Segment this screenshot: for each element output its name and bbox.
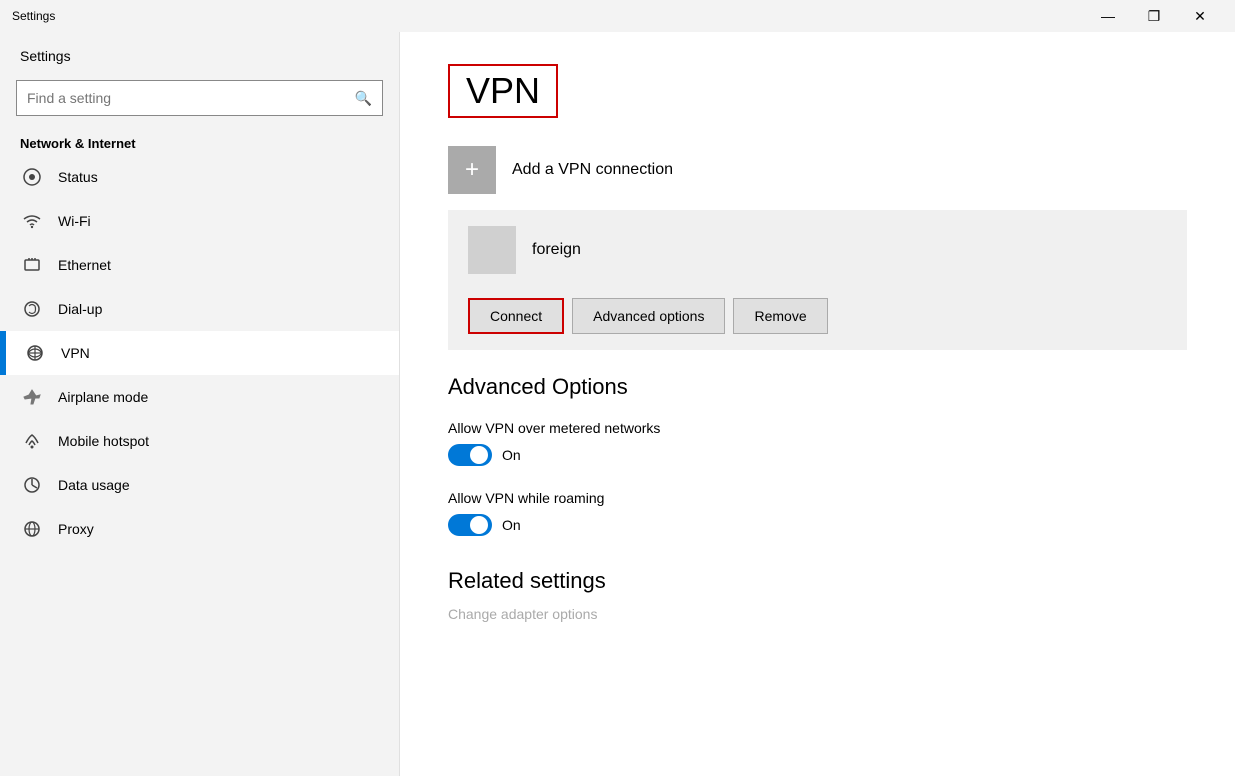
option-roaming-label: Allow VPN while roaming <box>448 490 1187 506</box>
sidebar-section-header: Network & Internet <box>0 128 399 155</box>
vpn-connection-icon <box>468 226 516 274</box>
sidebar-title: Settings <box>0 32 399 72</box>
dialup-icon <box>20 297 44 321</box>
add-vpn-row[interactable]: + Add a VPN connection <box>448 146 1187 194</box>
sidebar-item-airplane[interactable]: Airplane mode <box>0 375 399 419</box>
sidebar-item-datausage[interactable]: Data usage <box>0 463 399 507</box>
toggle-roaming-state: On <box>502 517 521 533</box>
maximize-button[interactable]: ❐ <box>1131 0 1177 32</box>
toggle-metered-state: On <box>502 447 521 463</box>
status-icon <box>20 165 44 189</box>
sidebar-item-label-hotspot: Mobile hotspot <box>58 433 149 449</box>
sidebar: Settings 🔍 Network & Internet Status <box>0 32 400 776</box>
hotspot-icon <box>20 429 44 453</box>
sidebar-item-label-datausage: Data usage <box>58 477 130 493</box>
wifi-icon <box>20 209 44 233</box>
advanced-options-button[interactable]: Advanced options <box>572 298 725 334</box>
sidebar-item-label-ethernet: Ethernet <box>58 257 111 273</box>
option-roaming: Allow VPN while roaming On <box>448 490 1187 536</box>
advanced-options-section: Advanced Options Allow VPN over metered … <box>448 374 1187 536</box>
main-content: Settings 🔍 Network & Internet Status <box>0 32 1235 776</box>
window-controls: — ❐ ✕ <box>1085 0 1223 32</box>
search-icon: 🔍 <box>355 90 372 107</box>
toggle-roaming[interactable] <box>448 514 492 536</box>
sidebar-item-label-proxy: Proxy <box>58 521 94 537</box>
connect-button[interactable]: Connect <box>468 298 564 334</box>
option-metered-label: Allow VPN over metered networks <box>448 420 1187 436</box>
minimize-button[interactable]: — <box>1085 0 1131 32</box>
related-settings-link[interactable]: Change adapter options <box>448 606 1187 622</box>
sidebar-item-label-status: Status <box>58 169 98 185</box>
toggle-metered-knob <box>470 446 488 464</box>
sidebar-item-proxy[interactable]: Proxy <box>0 507 399 551</box>
vpn-icon <box>23 341 47 365</box>
page-content: VPN + Add a VPN connection foreign Conne… <box>400 32 1235 776</box>
advanced-options-title: Advanced Options <box>448 374 1187 400</box>
toggle-roaming-knob <box>470 516 488 534</box>
related-settings-title: Related settings <box>448 568 1187 594</box>
search-input[interactable] <box>27 90 355 106</box>
add-vpn-label: Add a VPN connection <box>512 161 673 179</box>
vpn-connection-name: foreign <box>532 241 581 259</box>
toggle-metered-networks[interactable] <box>448 444 492 466</box>
option-metered-networks: Allow VPN over metered networks On <box>448 420 1187 466</box>
title-bar: Settings — ❐ ✕ <box>0 0 1235 32</box>
page-title: VPN <box>448 64 558 118</box>
sidebar-item-status[interactable]: Status <box>0 155 399 199</box>
proxy-icon <box>20 517 44 541</box>
datausage-icon <box>20 473 44 497</box>
vpn-connection-card: foreign Connect Advanced options Remove <box>448 210 1187 350</box>
sidebar-item-label-vpn: VPN <box>61 345 90 361</box>
add-vpn-icon: + <box>448 146 496 194</box>
option-roaming-toggle-row: On <box>448 514 1187 536</box>
vpn-connection-top: foreign <box>448 210 1187 290</box>
sidebar-item-wifi[interactable]: Wi-Fi <box>0 199 399 243</box>
close-button[interactable]: ✕ <box>1177 0 1223 32</box>
option-metered-toggle-row: On <box>448 444 1187 466</box>
search-box[interactable]: 🔍 <box>16 80 383 116</box>
sidebar-item-label-wifi: Wi-Fi <box>58 213 91 229</box>
sidebar-item-hotspot[interactable]: Mobile hotspot <box>0 419 399 463</box>
vpn-buttons: Connect Advanced options Remove <box>448 290 1187 350</box>
sidebar-item-dialup[interactable]: Dial-up <box>0 287 399 331</box>
sidebar-item-label-dialup: Dial-up <box>58 301 102 317</box>
remove-button[interactable]: Remove <box>733 298 827 334</box>
sidebar-item-label-airplane: Airplane mode <box>58 389 148 405</box>
app-title: Settings <box>12 9 55 23</box>
sidebar-item-vpn[interactable]: VPN <box>0 331 399 375</box>
sidebar-item-ethernet[interactable]: Ethernet <box>0 243 399 287</box>
related-settings: Related settings Change adapter options <box>448 568 1187 622</box>
ethernet-icon <box>20 253 44 277</box>
airplane-icon <box>20 385 44 409</box>
